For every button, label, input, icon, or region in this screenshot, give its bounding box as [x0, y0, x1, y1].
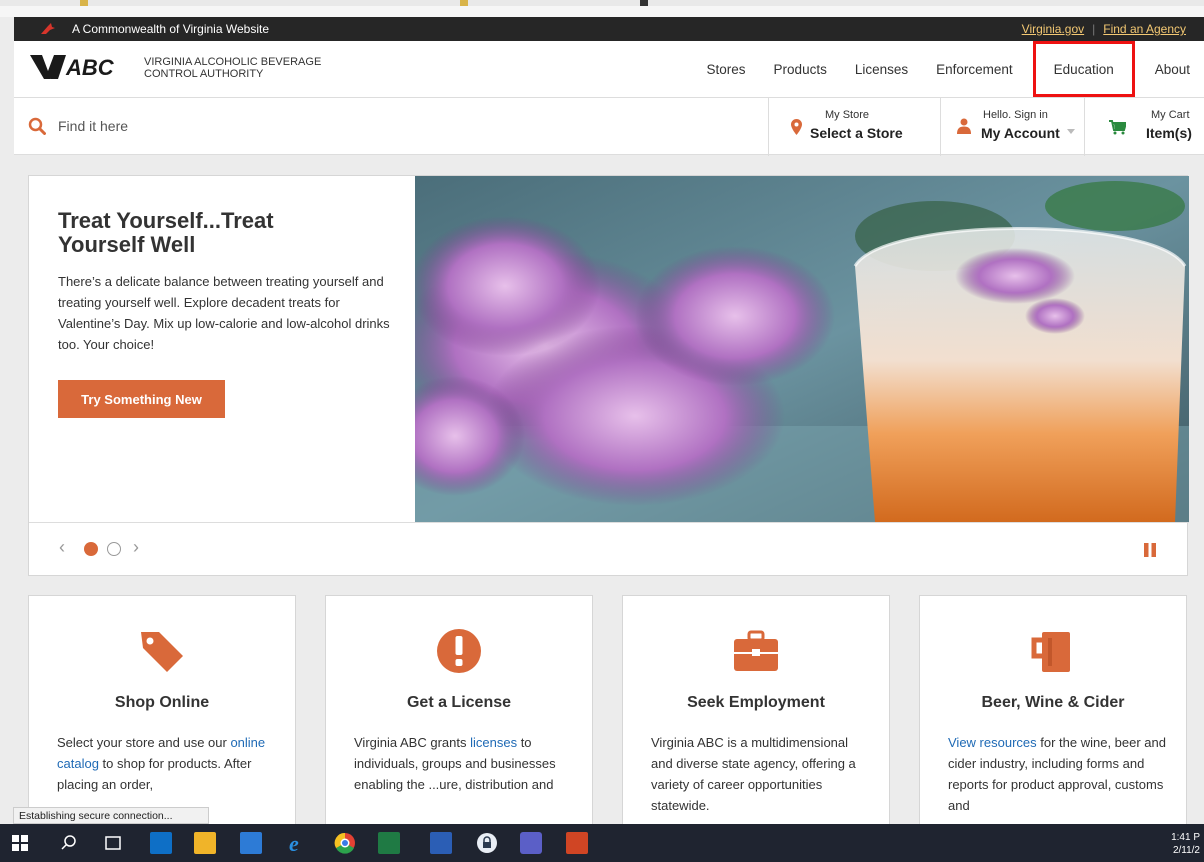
internet-explorer-icon[interactable]: e: [286, 832, 308, 854]
card-shop-online: Shop Online Select your store and use ou…: [28, 595, 296, 825]
carousel-dot-1[interactable]: [84, 542, 98, 556]
chevron-down-icon: [1067, 129, 1075, 134]
va-abc-logo[interactable]: ABC: [28, 51, 128, 81]
my-cart-button[interactable]: My Cart Item(s): [1084, 98, 1204, 156]
outlook-icon[interactable]: [150, 832, 172, 854]
file-explorer-icon[interactable]: [194, 832, 216, 854]
my-store-label: My Store: [825, 109, 870, 121]
browser-chrome: [0, 0, 1204, 17]
control-panel-icon[interactable]: [240, 832, 262, 854]
commonwealth-label: A Commonwealth of Virginia Website: [72, 22, 269, 36]
nav-products[interactable]: Products: [760, 62, 841, 77]
tag-icon: [141, 632, 183, 672]
card-text: Virginia ABC grants: [354, 735, 471, 750]
my-store-button[interactable]: My Store Select a Store: [768, 98, 940, 156]
card-body: View resources for the wine, beer and ci…: [948, 732, 1168, 816]
pause-icon[interactable]: [1143, 543, 1157, 557]
sign-in-label: Hello. Sign in: [983, 109, 1048, 121]
nav-licenses[interactable]: Licenses: [841, 62, 922, 77]
card-title: Get a License: [406, 694, 512, 711]
cardinal-icon: [41, 23, 55, 34]
card-title: Beer, Wine & Cider: [981, 694, 1125, 711]
search-input[interactable]: Find it here: [58, 118, 128, 134]
hero-text-panel: Treat Yourself...Treat Yourself Well The…: [29, 176, 415, 522]
clock-time: 1:41 P: [1171, 832, 1200, 843]
nav-education[interactable]: Education: [1032, 41, 1135, 97]
logo-letters: ABC: [65, 55, 115, 80]
card-body: Virginia ABC is a multidimensional and d…: [651, 732, 871, 816]
my-account-label: My Account: [981, 125, 1060, 141]
find-agency-link[interactable]: Find an Agency: [1103, 22, 1186, 36]
map-pin-icon: [791, 119, 802, 135]
tab-favicon: [460, 0, 468, 6]
licenses-link[interactable]: licenses: [470, 735, 517, 750]
commonwealth-bar: A Commonwealth of Virginia Website Virgi…: [14, 17, 1204, 41]
excel-icon[interactable]: [378, 832, 400, 854]
nav-about[interactable]: About: [1141, 62, 1204, 77]
nav-enforcement[interactable]: Enforcement: [922, 62, 1027, 77]
hero-title: Treat Yourself...Treat Yourself Well: [58, 208, 274, 257]
nav-stores[interactable]: Stores: [693, 62, 760, 77]
word-icon[interactable]: [430, 832, 452, 854]
view-resources-link[interactable]: View resources: [948, 735, 1037, 750]
exclamation-icon: [437, 629, 481, 673]
carousel-prev-button[interactable]: ‹: [59, 537, 65, 558]
carousel-dot-2[interactable]: [107, 542, 121, 556]
clock-date: 2/11/2: [1172, 845, 1200, 856]
powerpoint-icon[interactable]: [566, 832, 588, 854]
lilac-drink-image: [415, 176, 1189, 522]
cart-icon: [1109, 120, 1126, 135]
card-seek-employment: Seek Employment Virginia ABC is a multid…: [622, 595, 890, 825]
browser-status-text: Establishing secure connection...: [13, 807, 209, 824]
my-cart-label: My Cart: [1151, 109, 1190, 121]
utility-bar: Find it here My Store Select a Store Hel…: [14, 97, 1204, 156]
card-text: Virginia ABC is a multidimensional and d…: [651, 735, 856, 813]
system-clock[interactable]: 1:41 P 2/11/2: [1171, 831, 1200, 857]
hero-image: [415, 176, 1189, 522]
search-box[interactable]: Find it here: [28, 117, 128, 135]
card-title: Seek Employment: [687, 694, 825, 711]
svg-text:e: e: [289, 832, 299, 854]
card-body: Select your store and use our online cat…: [57, 732, 277, 795]
task-view-icon[interactable]: [102, 832, 124, 854]
carousel-controls: ‹ ›: [29, 522, 1189, 577]
card-title: Shop Online: [114, 694, 210, 711]
carousel-next-button[interactable]: ›: [133, 537, 139, 558]
vpn-lock-icon[interactable]: [476, 832, 498, 854]
hero-carousel: Treat Yourself...Treat Yourself Well The…: [28, 175, 1189, 577]
agency-name: VIRGINIA ALCOHOLIC BEVERAGE CONTROL AUTH…: [144, 56, 322, 80]
browser-tab-strip: [0, 0, 1204, 6]
cart-items-label: Item(s): [1146, 125, 1192, 141]
link-separator: |: [1092, 22, 1096, 36]
my-account-button[interactable]: Hello. Sign in My Account: [940, 98, 1084, 156]
search-icon[interactable]: [28, 117, 46, 135]
tab-favicon: [80, 0, 88, 6]
briefcase-icon: [734, 630, 778, 671]
card-text: Select your store and use our: [57, 735, 231, 750]
main-nav: Stores Products Licenses Enforcement Edu…: [693, 41, 1204, 97]
chrome-icon[interactable]: [334, 832, 356, 854]
windows-taskbar: e 1:41 P 2/11/2: [0, 824, 1204, 862]
windows-start-icon[interactable]: [12, 835, 28, 851]
card-get-license: Get a License Virginia ABC grants licens…: [325, 595, 593, 825]
teams-icon[interactable]: [520, 832, 542, 854]
try-something-new-button[interactable]: Try Something New: [58, 380, 225, 418]
virginia-gov-link[interactable]: Virginia.gov: [1022, 22, 1084, 36]
user-icon: [957, 118, 971, 134]
beer-mug-icon: [1031, 632, 1070, 672]
search-icon[interactable]: [58, 832, 80, 854]
hero-body: There’s a delicate balance between treat…: [58, 274, 390, 352]
site-header: ABC VIRGINIA ALCOHOLIC BEVERAGE CONTROL …: [14, 41, 1204, 97]
card-body: Virginia ABC grants licenses to individu…: [354, 732, 574, 795]
tab-favicon: [640, 0, 648, 6]
select-store-label: Select a Store: [810, 125, 903, 141]
card-beer-wine-cider: Beer, Wine & Cider View resources for th…: [919, 595, 1187, 825]
